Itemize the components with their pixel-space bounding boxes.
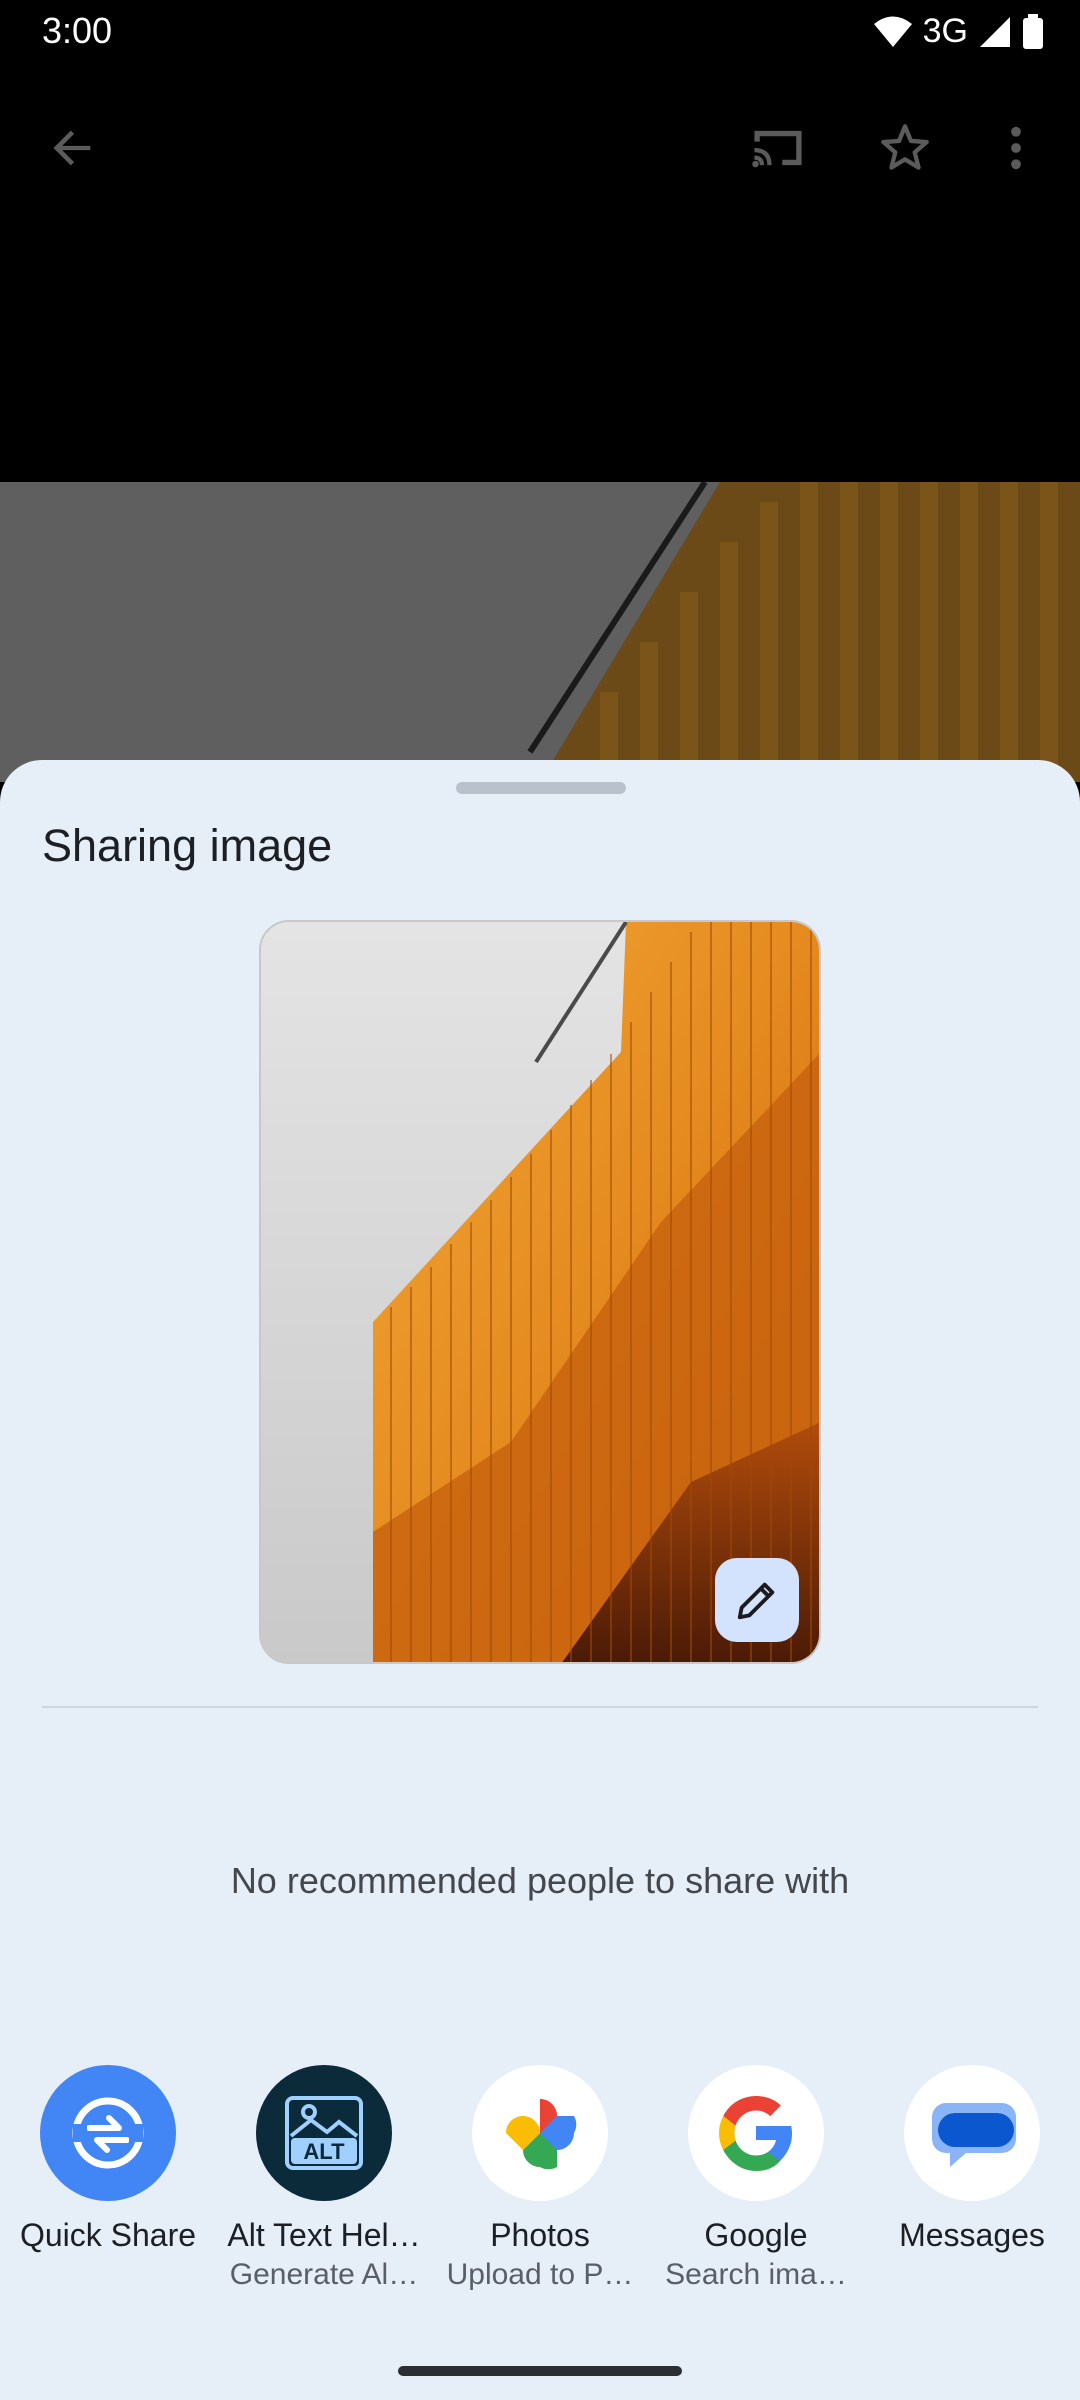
- share-target-label: Google: [704, 2217, 808, 2253]
- battery-icon: [1023, 13, 1043, 49]
- status-bar: 3:00 3G: [0, 0, 1080, 64]
- share-target-quick-share[interactable]: Quick Share: [0, 2065, 216, 2258]
- alt-text-icon: ALT: [256, 2065, 392, 2201]
- star-icon[interactable]: [879, 122, 931, 174]
- share-target-google[interactable]: Google Search ima…: [648, 2065, 864, 2292]
- share-target-subtitle: Generate Al…: [229, 2258, 419, 2291]
- more-vert-icon[interactable]: [990, 122, 1042, 174]
- share-target-subtitle: Upload to P…: [446, 2258, 634, 2291]
- gesture-nav-handle[interactable]: [398, 2366, 682, 2376]
- share-target-messages[interactable]: Messages: [864, 2065, 1080, 2258]
- photos-pinwheel-icon: [472, 2065, 608, 2201]
- cast-icon[interactable]: [748, 122, 808, 174]
- share-targets-row: Quick Share ALT Alt Text Hel… Generate A…: [0, 2065, 1080, 2325]
- share-target-label: Messages: [899, 2217, 1045, 2253]
- share-target-label: Alt Text Hel…: [227, 2217, 421, 2253]
- pencil-icon: [737, 1582, 775, 1620]
- share-target-alt-text[interactable]: ALT Alt Text Hel… Generate Al…: [216, 2065, 432, 2292]
- google-g-icon: [688, 2065, 824, 2201]
- screen: 3:00 3G Sharing image No recommended peo…: [0, 0, 1080, 2400]
- wifi-icon: [873, 16, 912, 47]
- divider: [42, 1706, 1038, 1708]
- cellular-signal-icon: [980, 16, 1010, 47]
- facade-photo: [261, 922, 819, 1662]
- status-time: 3:00: [42, 10, 113, 51]
- svg-text:ALT: ALT: [303, 2139, 345, 2164]
- background-photo: [0, 482, 1080, 782]
- share-sheet: Sharing image No recommended people to s…: [0, 760, 1080, 2400]
- status-icons: 3G: [873, 12, 1044, 51]
- image-viewer-toolbar: [0, 100, 1080, 196]
- share-target-label: Quick Share: [19, 2217, 197, 2253]
- back-arrow-icon[interactable]: [47, 122, 99, 174]
- quick-share-icon: [40, 2065, 176, 2201]
- sheet-title: Sharing image: [42, 820, 333, 871]
- no-recommendations-text: No recommended people to share with: [230, 1860, 850, 1901]
- image-preview: [259, 920, 821, 1664]
- share-target-photos[interactable]: Photos Upload to P…: [432, 2065, 648, 2292]
- share-target-subtitle: Search ima…: [665, 2258, 847, 2291]
- network-type: 3G: [922, 12, 968, 50]
- drag-handle[interactable]: [456, 782, 626, 794]
- share-target-label: Photos: [490, 2217, 590, 2253]
- messages-icon: [904, 2065, 1040, 2201]
- edit-image-button[interactable]: [715, 1558, 799, 1642]
